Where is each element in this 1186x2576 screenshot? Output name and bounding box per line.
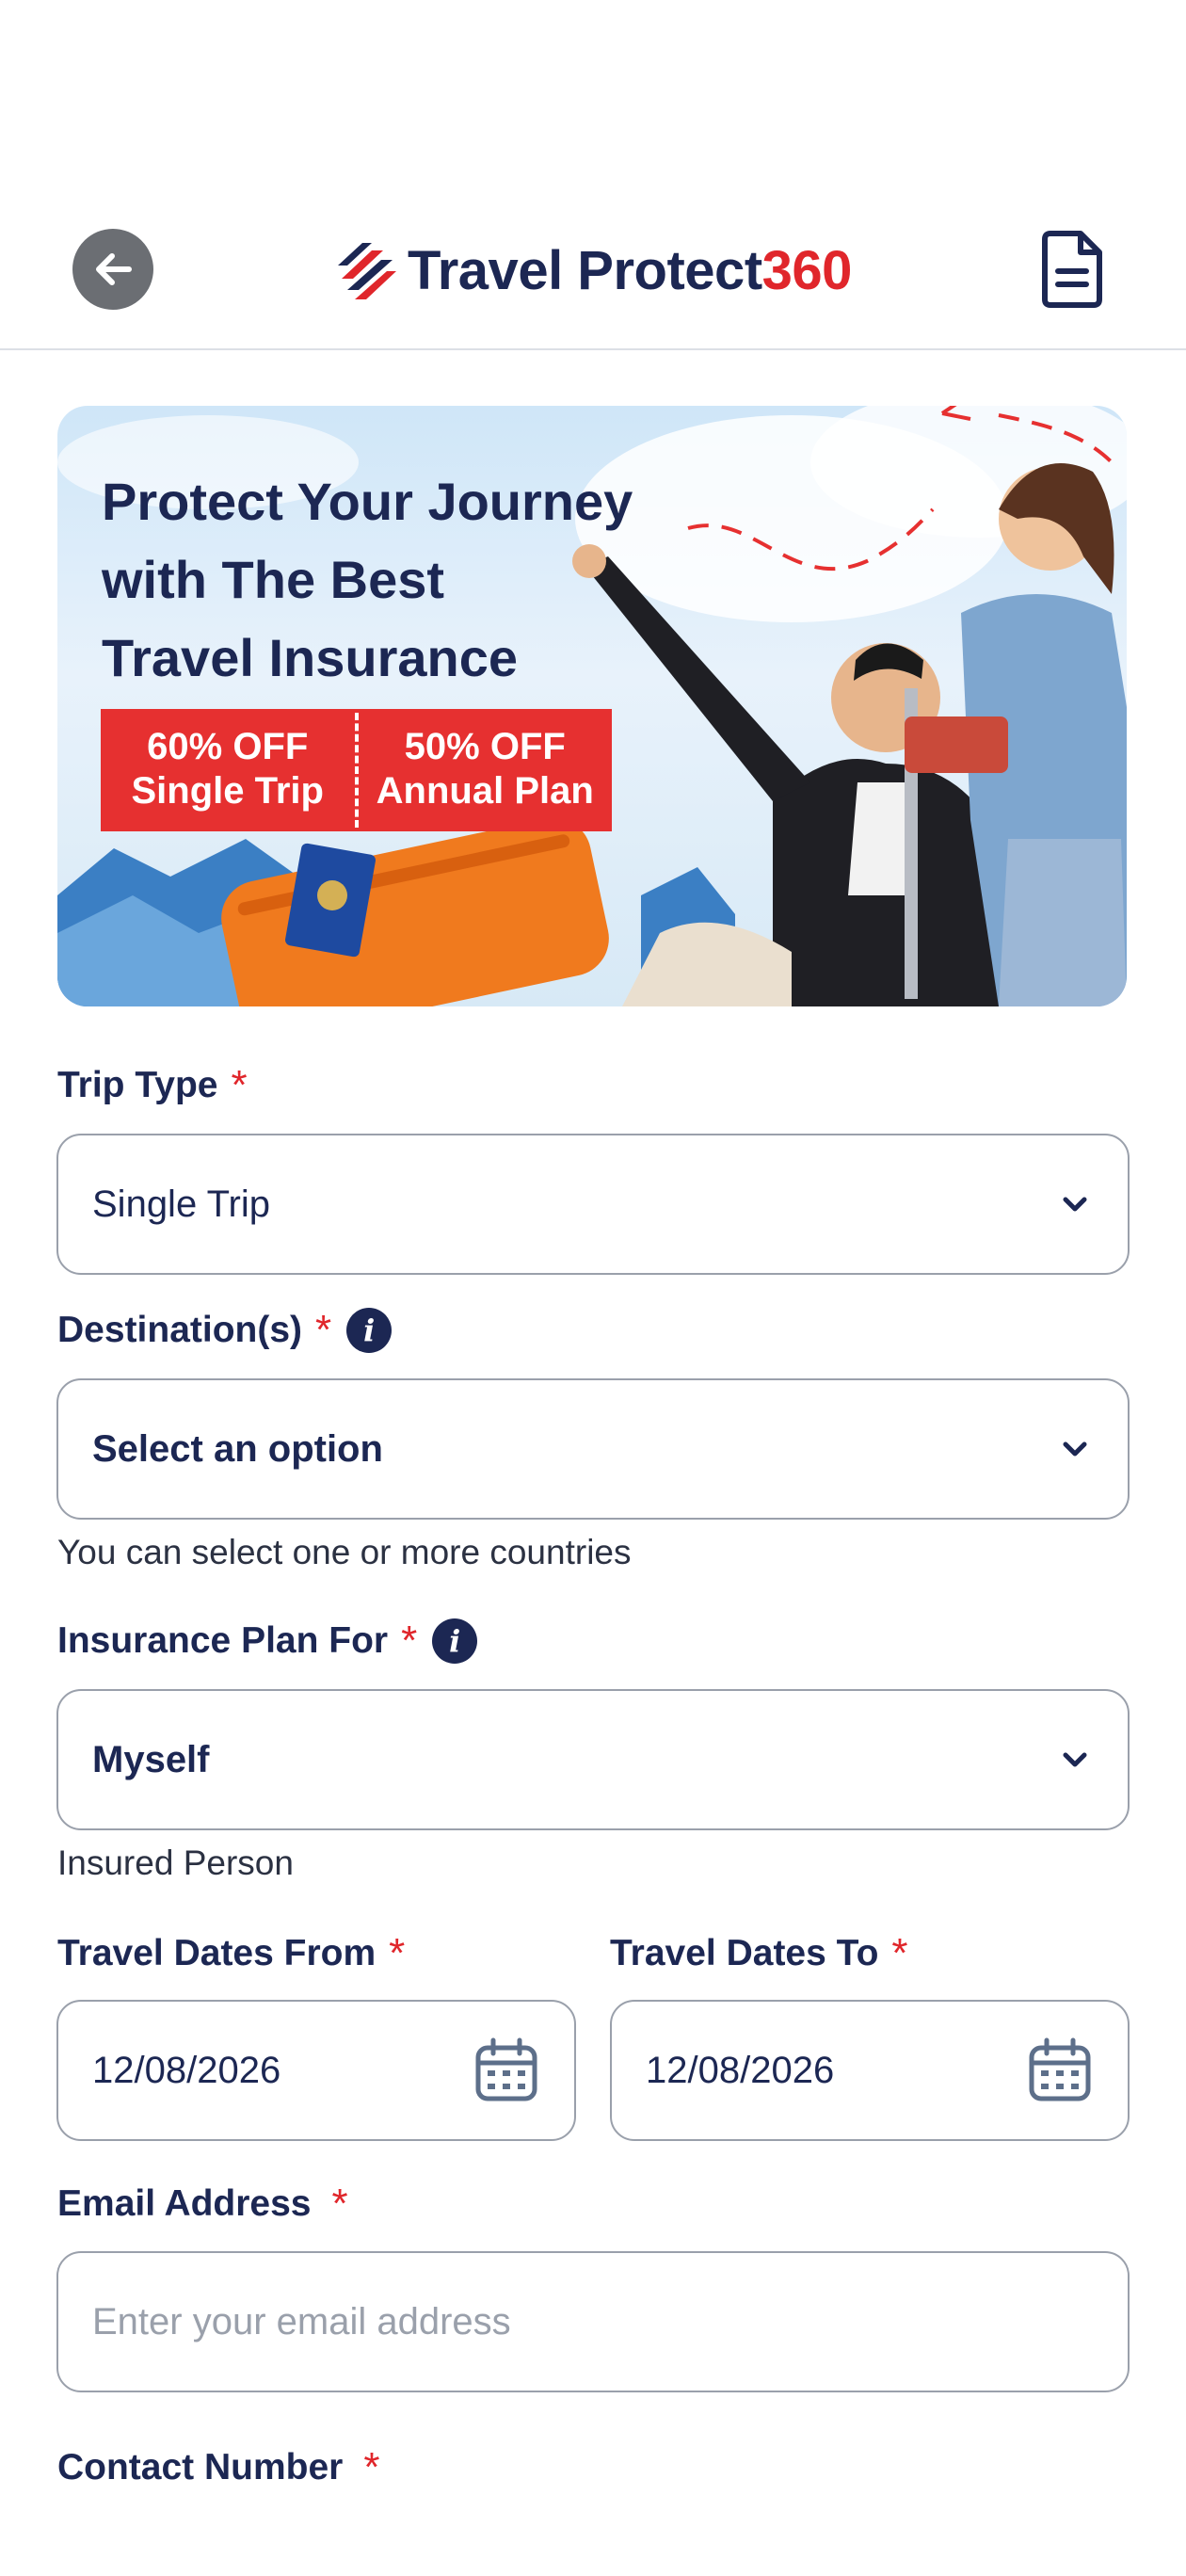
required-marker: *	[891, 1930, 908, 1976]
date-from-label: Travel Dates From *	[57, 1930, 405, 1977]
required-marker: *	[363, 2444, 380, 2490]
email-label: Email Address *	[57, 2181, 348, 2228]
required-marker: *	[401, 1618, 418, 1664]
calendar-icon[interactable]	[1026, 2037, 1094, 2104]
plan-for-value: Myself	[92, 1738, 210, 1780]
banner-title-line-3: Travel Insurance	[102, 628, 519, 687]
destinations-value: Select an option	[92, 1427, 383, 1470]
offer-annual-plan: 50% OFF Annual Plan	[359, 709, 613, 831]
document-button[interactable]	[1039, 230, 1105, 309]
contact-number-label: Contact Number *	[57, 2444, 379, 2491]
back-arrow-icon	[96, 253, 132, 285]
required-marker: *	[231, 1062, 248, 1108]
destinations-label: Destination(s) * i	[57, 1307, 393, 1354]
email-placeholder: Enter your email address	[92, 2300, 511, 2343]
plan-for-label: Insurance Plan For * i	[57, 1618, 478, 1665]
destinations-helper-text: You can select one or more countries	[57, 1533, 632, 1571]
required-marker: *	[315, 1307, 332, 1353]
brand-logo: Travel Protect360	[334, 233, 852, 308]
back-button[interactable]	[72, 229, 153, 310]
destinations-select[interactable]: Select an option	[56, 1378, 1130, 1520]
banner-title: Protect Your Journey with The Best Trave…	[102, 462, 704, 697]
date-to-label: Travel Dates To *	[610, 1930, 908, 1977]
trip-type-label: Trip Type *	[57, 1062, 248, 1109]
destinations-label-text: Destination(s)	[57, 1310, 303, 1350]
date-to-label-text: Travel Dates To	[610, 1933, 879, 1973]
required-marker: *	[389, 1930, 406, 1976]
date-to-input[interactable]: 12/08/2026	[610, 2000, 1130, 2141]
promo-banner[interactable]: Protect Your Journey with The Best Trave…	[57, 406, 1127, 1006]
offer-annual-plan-discount: 50% OFF	[404, 726, 566, 767]
offer-annual-plan-label: Annual Plan	[376, 770, 594, 812]
trip-type-label-text: Trip Type	[57, 1065, 218, 1105]
date-to-value: 12/08/2026	[646, 2049, 835, 2091]
plan-for-helper-text: Insured Person	[57, 1843, 294, 1882]
offer-single-trip: 60% OFF Single Trip	[101, 709, 355, 831]
logo-mark-icon	[338, 243, 396, 299]
required-marker: *	[331, 2181, 348, 2227]
plan-for-label-text: Insurance Plan For	[57, 1620, 389, 1661]
info-icon[interactable]: i	[346, 1308, 393, 1353]
date-from-label-text: Travel Dates From	[57, 1933, 377, 1973]
trip-type-value: Single Trip	[92, 1183, 270, 1225]
contact-number-label-text: Contact Number	[57, 2447, 344, 2487]
email-field[interactable]: Enter your email address	[56, 2251, 1130, 2392]
brand-name: Travel Protect360	[408, 239, 853, 301]
offer-single-trip-discount: 60% OFF	[147, 726, 309, 767]
banner-title-line-2: with The Best	[102, 550, 445, 609]
calendar-icon[interactable]	[473, 2037, 540, 2104]
offer-single-trip-label: Single Trip	[131, 770, 324, 812]
chevron-down-icon	[1063, 1441, 1087, 1457]
document-icon	[1042, 231, 1102, 308]
chevron-down-icon	[1063, 1752, 1087, 1767]
offer-box: 60% OFF Single Trip 50% OFF Annual Plan	[101, 709, 612, 831]
date-from-input[interactable]: 12/08/2026	[56, 2000, 576, 2141]
date-from-value: 12/08/2026	[92, 2049, 281, 2091]
chevron-down-icon	[1063, 1197, 1087, 1212]
email-label-text: Email Address	[57, 2183, 312, 2224]
brand-accent: 360	[761, 239, 853, 301]
info-icon[interactable]: i	[432, 1618, 478, 1664]
banner-title-line-1: Protect Your Journey	[102, 472, 633, 531]
app-header: Travel Protect360	[0, 0, 1186, 350]
trip-type-select[interactable]: Single Trip	[56, 1134, 1130, 1275]
plan-for-select[interactable]: Myself	[56, 1689, 1130, 1830]
